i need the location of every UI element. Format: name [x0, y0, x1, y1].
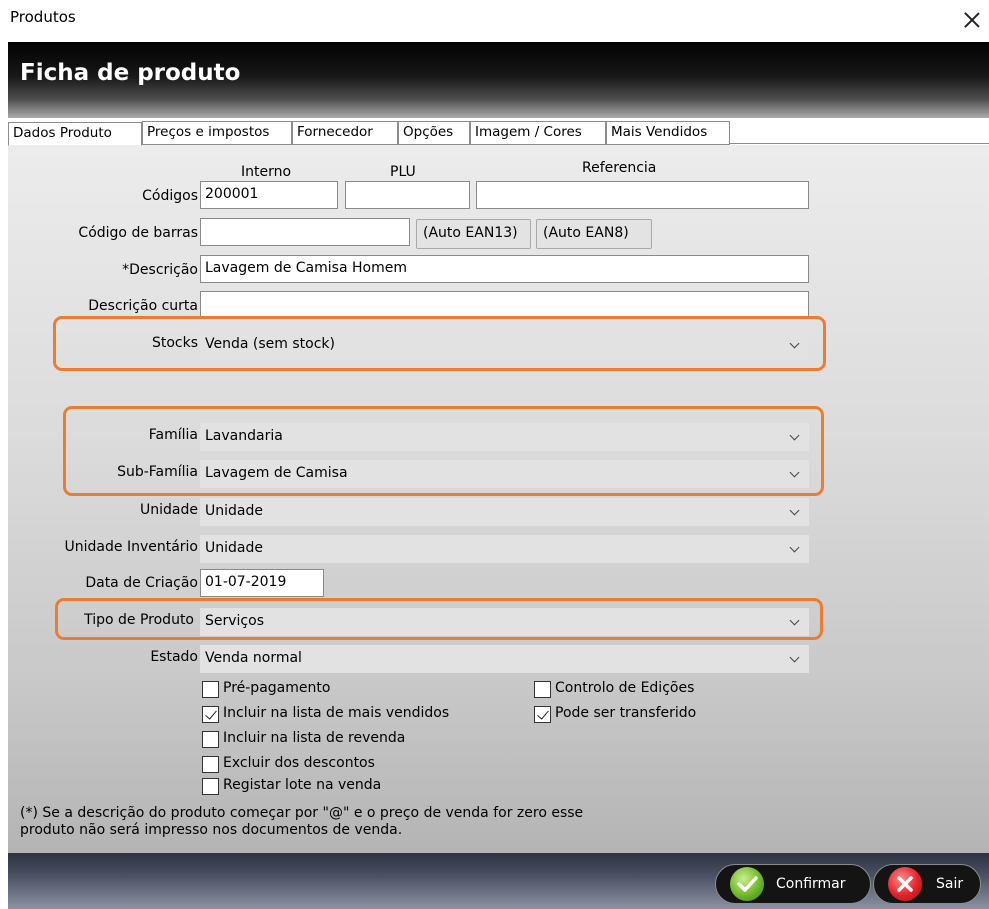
data-criacao-field[interactable]: 01-07-2019 — [200, 569, 324, 597]
pre-pagamento-label: Pré-pagamento — [223, 680, 331, 696]
barcode-label: Código de barras — [78, 225, 198, 241]
auto-ean8-button[interactable]: (Auto EAN8) — [536, 219, 652, 249]
checkmark-icon — [730, 867, 764, 901]
descricao-curta-label: Descrição curta — [88, 298, 198, 314]
mais-vendidos-checkbox[interactable] — [202, 706, 219, 723]
codigo-interno-field[interactable]: 200001 — [200, 181, 338, 209]
description-note: (*) Se a descrição do produto começar po… — [20, 805, 720, 839]
pode-transferido-label: Pode ser transferido — [555, 705, 697, 721]
mais-vendidos-label: Incluir na lista de mais vendidos — [223, 705, 450, 721]
revenda-checkbox[interactable] — [202, 731, 219, 748]
unidade-label: Unidade — [140, 502, 198, 518]
barcode-field[interactable] — [200, 218, 410, 246]
unidade-inventario-label: Unidade Inventário — [64, 539, 198, 555]
controlo-edicoes-checkbox[interactable] — [534, 681, 551, 698]
close-x-icon — [888, 867, 922, 901]
auto-ean13-button[interactable]: (Auto EAN13) — [416, 219, 531, 249]
tab-precos-impostos[interactable]: Preços e impostos — [142, 121, 292, 145]
close-icon[interactable] — [962, 10, 982, 30]
estado-label: Estado — [150, 649, 198, 665]
window-title: Produtos — [10, 8, 76, 26]
note-line-2: produto não será impresso nos documentos… — [20, 822, 403, 838]
plu-field[interactable] — [345, 181, 470, 209]
descricao-label: *Descrição — [122, 262, 198, 278]
registar-lote-label: Registar lote na venda — [223, 777, 382, 793]
descricao-field[interactable]: Lavagem de Camisa Homem — [200, 255, 809, 283]
tab-imagem-cores[interactable]: Imagem / Cores — [470, 121, 606, 145]
highlight-stocks — [53, 316, 826, 371]
confirm-label: Confirmar — [776, 876, 846, 892]
registar-lote-checkbox[interactable] — [202, 778, 219, 795]
descricao-curta-field[interactable] — [200, 291, 809, 319]
excluir-descontos-checkbox[interactable] — [202, 756, 219, 773]
tab-dados-produto[interactable]: Dados Produto — [8, 122, 142, 146]
column-referencia: Referencia — [582, 160, 657, 176]
unidade-value: Unidade — [205, 503, 263, 519]
excluir-descontos-label: Excluir dos descontos — [223, 755, 375, 771]
exit-button[interactable]: Sair — [873, 864, 981, 904]
confirm-button[interactable]: Confirmar — [715, 864, 871, 904]
referencia-field[interactable] — [476, 181, 809, 209]
note-line-1: (*) Se a descrição do produto começar po… — [20, 805, 584, 821]
codigos-label: Códigos — [142, 188, 198, 204]
revenda-label: Incluir na lista de revenda — [223, 730, 406, 746]
pode-transferido-checkbox[interactable] — [534, 706, 551, 723]
tab-fornecedor[interactable]: Fornecedor — [292, 121, 398, 145]
highlight-familia — [63, 406, 824, 496]
estado-select[interactable]: Venda normal — [200, 645, 809, 673]
chevron-down-icon — [789, 542, 800, 553]
estado-value: Venda normal — [205, 650, 302, 666]
tab-mais-vendidos[interactable]: Mais Vendidos — [606, 121, 730, 145]
unidade-inventario-value: Unidade — [205, 540, 263, 556]
tab-opcoes[interactable]: Opções — [398, 121, 470, 145]
data-criacao-label: Data de Criação — [85, 575, 198, 591]
unidade-select[interactable]: Unidade — [200, 498, 809, 526]
column-plu: PLU — [390, 164, 416, 180]
pre-pagamento-checkbox[interactable] — [202, 681, 219, 698]
highlight-tipo-produto — [55, 598, 823, 640]
page-title: Ficha de produto — [20, 60, 241, 86]
exit-label: Sair — [936, 876, 964, 892]
unidade-inventario-select[interactable]: Unidade — [200, 535, 809, 563]
chevron-down-icon — [789, 505, 800, 516]
column-interno: Interno — [241, 164, 292, 180]
controlo-edicoes-label: Controlo de Edições — [555, 680, 695, 696]
chevron-down-icon — [789, 652, 800, 663]
